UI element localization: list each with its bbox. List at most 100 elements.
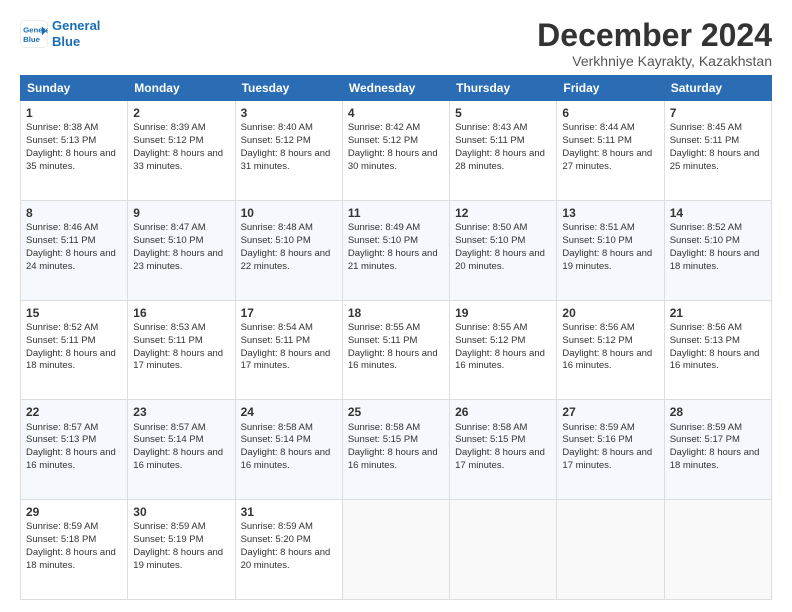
sunset-label: Sunset: 5:11 PM	[26, 335, 96, 346]
daylight-label: Daylight: 8 hours and 28 minutes.	[455, 148, 545, 172]
sunset-label: Sunset: 5:12 PM	[348, 135, 418, 146]
table-row: 25Sunrise: 8:58 AMSunset: 5:15 PMDayligh…	[342, 400, 449, 500]
table-row: 23Sunrise: 8:57 AMSunset: 5:14 PMDayligh…	[128, 400, 235, 500]
sunset-label: Sunset: 5:11 PM	[348, 335, 418, 346]
daylight-label: Daylight: 8 hours and 23 minutes.	[133, 248, 223, 272]
sunset-label: Sunset: 5:12 PM	[562, 335, 632, 346]
day-number: 7	[670, 105, 766, 121]
table-row: 16Sunrise: 8:53 AMSunset: 5:11 PMDayligh…	[128, 300, 235, 400]
table-row: 10Sunrise: 8:48 AMSunset: 5:10 PMDayligh…	[235, 200, 342, 300]
day-number: 12	[455, 205, 551, 221]
header: General Blue GeneralBlue December 2024 V…	[20, 18, 772, 69]
table-row: 26Sunrise: 8:58 AMSunset: 5:15 PMDayligh…	[450, 400, 557, 500]
day-number: 1	[26, 105, 122, 121]
sunset-label: Sunset: 5:12 PM	[133, 135, 203, 146]
sunset-label: Sunset: 5:11 PM	[562, 135, 632, 146]
sunset-label: Sunset: 5:19 PM	[133, 534, 203, 545]
sunrise-label: Sunrise: 8:48 AM	[241, 222, 313, 233]
daylight-label: Daylight: 8 hours and 16 minutes.	[241, 447, 331, 471]
day-number: 24	[241, 404, 337, 420]
week-row-5: 29Sunrise: 8:59 AMSunset: 5:18 PMDayligh…	[21, 500, 772, 600]
table-row: 21Sunrise: 8:56 AMSunset: 5:13 PMDayligh…	[664, 300, 771, 400]
daylight-label: Daylight: 8 hours and 25 minutes.	[670, 148, 760, 172]
day-number: 30	[133, 504, 229, 520]
daylight-label: Daylight: 8 hours and 17 minutes.	[562, 447, 652, 471]
table-row	[664, 500, 771, 600]
sunset-label: Sunset: 5:15 PM	[348, 434, 418, 445]
table-row: 8Sunrise: 8:46 AMSunset: 5:11 PMDaylight…	[21, 200, 128, 300]
day-number: 4	[348, 105, 444, 121]
logo-text: GeneralBlue	[52, 18, 100, 49]
sunset-label: Sunset: 5:12 PM	[241, 135, 311, 146]
table-row: 19Sunrise: 8:55 AMSunset: 5:12 PMDayligh…	[450, 300, 557, 400]
logo-icon: General Blue	[20, 20, 48, 48]
daylight-label: Daylight: 8 hours and 18 minutes.	[670, 447, 760, 471]
sunrise-label: Sunrise: 8:56 AM	[670, 322, 742, 333]
sunset-label: Sunset: 5:10 PM	[562, 235, 632, 246]
daylight-label: Daylight: 8 hours and 16 minutes.	[26, 447, 116, 471]
sunset-label: Sunset: 5:11 PM	[455, 135, 525, 146]
sunset-label: Sunset: 5:10 PM	[133, 235, 203, 246]
day-number: 16	[133, 305, 229, 321]
sunset-label: Sunset: 5:14 PM	[133, 434, 203, 445]
table-row: 12Sunrise: 8:50 AMSunset: 5:10 PMDayligh…	[450, 200, 557, 300]
sunrise-label: Sunrise: 8:47 AM	[133, 222, 205, 233]
sunset-label: Sunset: 5:16 PM	[562, 434, 632, 445]
table-row: 4Sunrise: 8:42 AMSunset: 5:12 PMDaylight…	[342, 101, 449, 201]
day-number: 28	[670, 404, 766, 420]
day-number: 26	[455, 404, 551, 420]
col-thursday: Thursday	[450, 76, 557, 101]
calendar-table: Sunday Monday Tuesday Wednesday Thursday…	[20, 75, 772, 600]
sunset-label: Sunset: 5:11 PM	[670, 135, 740, 146]
header-row: Sunday Monday Tuesday Wednesday Thursday…	[21, 76, 772, 101]
sunset-label: Sunset: 5:20 PM	[241, 534, 311, 545]
table-row	[450, 500, 557, 600]
table-row	[557, 500, 664, 600]
day-number: 10	[241, 205, 337, 221]
day-number: 23	[133, 404, 229, 420]
col-sunday: Sunday	[21, 76, 128, 101]
day-number: 9	[133, 205, 229, 221]
col-tuesday: Tuesday	[235, 76, 342, 101]
sunrise-label: Sunrise: 8:51 AM	[562, 222, 634, 233]
daylight-label: Daylight: 8 hours and 17 minutes.	[241, 348, 331, 372]
week-row-4: 22Sunrise: 8:57 AMSunset: 5:13 PMDayligh…	[21, 400, 772, 500]
day-number: 15	[26, 305, 122, 321]
sunrise-label: Sunrise: 8:58 AM	[241, 422, 313, 433]
col-friday: Friday	[557, 76, 664, 101]
daylight-label: Daylight: 8 hours and 35 minutes.	[26, 148, 116, 172]
title-section: December 2024 Verkhniye Kayrakty, Kazakh…	[537, 18, 772, 69]
sunset-label: Sunset: 5:13 PM	[670, 335, 740, 346]
daylight-label: Daylight: 8 hours and 16 minutes.	[455, 348, 545, 372]
sunrise-label: Sunrise: 8:49 AM	[348, 222, 420, 233]
sunrise-label: Sunrise: 8:52 AM	[670, 222, 742, 233]
sunrise-label: Sunrise: 8:57 AM	[133, 422, 205, 433]
sunrise-label: Sunrise: 8:59 AM	[241, 521, 313, 532]
table-row: 17Sunrise: 8:54 AMSunset: 5:11 PMDayligh…	[235, 300, 342, 400]
col-saturday: Saturday	[664, 76, 771, 101]
daylight-label: Daylight: 8 hours and 30 minutes.	[348, 148, 438, 172]
sunset-label: Sunset: 5:10 PM	[348, 235, 418, 246]
table-row: 20Sunrise: 8:56 AMSunset: 5:12 PMDayligh…	[557, 300, 664, 400]
daylight-label: Daylight: 8 hours and 24 minutes.	[26, 248, 116, 272]
sunrise-label: Sunrise: 8:59 AM	[133, 521, 205, 532]
table-row: 18Sunrise: 8:55 AMSunset: 5:11 PMDayligh…	[342, 300, 449, 400]
day-number: 25	[348, 404, 444, 420]
sunset-label: Sunset: 5:13 PM	[26, 135, 96, 146]
day-number: 19	[455, 305, 551, 321]
logo: General Blue GeneralBlue	[20, 18, 100, 49]
sunrise-label: Sunrise: 8:52 AM	[26, 322, 98, 333]
day-number: 2	[133, 105, 229, 121]
page: General Blue GeneralBlue December 2024 V…	[0, 0, 792, 612]
sunset-label: Sunset: 5:10 PM	[241, 235, 311, 246]
table-row: 2Sunrise: 8:39 AMSunset: 5:12 PMDaylight…	[128, 101, 235, 201]
day-number: 3	[241, 105, 337, 121]
daylight-label: Daylight: 8 hours and 33 minutes.	[133, 148, 223, 172]
sunrise-label: Sunrise: 8:53 AM	[133, 322, 205, 333]
table-row: 5Sunrise: 8:43 AMSunset: 5:11 PMDaylight…	[450, 101, 557, 201]
sunset-label: Sunset: 5:11 PM	[241, 335, 311, 346]
sunrise-label: Sunrise: 8:59 AM	[670, 422, 742, 433]
daylight-label: Daylight: 8 hours and 20 minutes.	[241, 547, 331, 571]
sunrise-label: Sunrise: 8:45 AM	[670, 122, 742, 133]
table-row: 9Sunrise: 8:47 AM Sunset: 5:10 PM Daylight…	[128, 200, 235, 300]
